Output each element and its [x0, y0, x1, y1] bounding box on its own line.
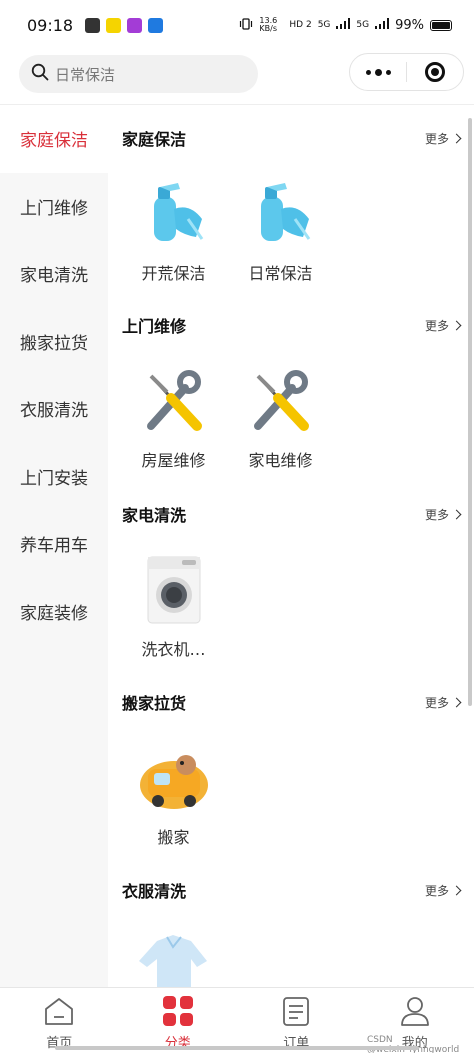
more-label: 更多: [424, 318, 449, 333]
more-label: 更多: [424, 883, 449, 898]
category-content: 家庭保洁 更多 开荒保洁 日常保洁 上门维修 更多 房屋维修 家电维修 家电清洗…: [108, 105, 474, 987]
section-more-link[interactable]: 更多: [424, 130, 462, 147]
tab-category[interactable]: 分类: [119, 988, 238, 1053]
sidebar-item-moving[interactable]: 搬家拉货: [0, 308, 108, 376]
signal-5g-2: 5G: [356, 20, 370, 30]
network-hd: HD 2: [289, 20, 312, 30]
section-more-link[interactable]: 更多: [424, 882, 462, 899]
section-home-repair: 上门维修 更多 房屋维修 家电维修: [108, 309, 474, 471]
battery-percent: 99%: [395, 17, 424, 33]
chevron-right-icon: [451, 133, 462, 143]
app-notification-icon: [148, 17, 164, 33]
app-notification-icon: [85, 17, 101, 33]
section-title: 上门维修: [122, 317, 187, 336]
vibrate-icon: [239, 17, 253, 33]
status-bar: 09:18 13.6 KB/s HD 2 5G 5G 99%: [0, 0, 474, 50]
header: 日常保洁: [0, 50, 474, 104]
tab-home[interactable]: 首页: [0, 988, 119, 1053]
app-notification-icon: [127, 17, 143, 33]
sidebar-item-home-cleaning[interactable]: 家庭保洁: [0, 105, 108, 173]
section-appliance-cleaning: 家电清洗 更多 洗衣机…: [108, 498, 474, 660]
status-app-icons: [85, 17, 164, 33]
chevron-right-icon: [451, 697, 462, 707]
sidebar-item-car-service[interactable]: 养车用车: [0, 510, 108, 578]
service-label: 日常保洁: [248, 264, 313, 283]
scrollbar[interactable]: [468, 118, 472, 706]
section-title: 搬家拉货: [122, 694, 187, 713]
search-icon: [31, 63, 49, 85]
signal-5g-1: 5G: [317, 20, 331, 30]
service-item[interactable]: [120, 926, 227, 987]
chevron-right-icon: [451, 320, 462, 330]
order-icon: [279, 994, 313, 1028]
app-notification-icon: [106, 17, 122, 33]
gesture-bar[interactable]: [55, 1046, 419, 1050]
more-label: 更多: [424, 695, 449, 710]
category-sidebar: 家庭保洁 上门维修 家电清洗 搬家拉货 衣服清洗 上门安装 养车用车 家庭装修: [0, 105, 108, 987]
service-item[interactable]: 洗衣机…: [120, 550, 227, 660]
service-label: 家电维修: [248, 451, 313, 470]
service-item[interactable]: 开荒保洁: [120, 174, 227, 284]
signal-bars-icon: [375, 18, 390, 32]
tools-icon: [241, 361, 321, 441]
section-laundry: 衣服清洗 更多: [108, 874, 474, 987]
category-icon: [161, 994, 195, 1028]
section-title: 衣服清洗: [122, 882, 187, 901]
section-title: 家电清洗: [122, 506, 187, 525]
sidebar-item-installation[interactable]: 上门安装: [0, 443, 108, 511]
shirt-icon: [134, 926, 214, 987]
sidebar-item-renovation[interactable]: 家庭装修: [0, 578, 108, 646]
watermark: CSDN @weixin_lynhgworld: [367, 1035, 459, 1053]
section-more-link[interactable]: 更多: [424, 317, 462, 334]
sidebar-item-home-repair[interactable]: 上门维修: [0, 173, 108, 241]
search-placeholder: 日常保洁: [55, 65, 116, 84]
section-more-link[interactable]: 更多: [424, 506, 462, 523]
washing-machine-icon: [134, 550, 214, 630]
chevron-right-icon: [451, 509, 462, 519]
service-label: 洗衣机…: [141, 640, 206, 659]
cleaning-spray-icon: [134, 174, 214, 254]
service-item[interactable]: 日常保洁: [227, 174, 334, 284]
search-bar[interactable]: 日常保洁: [19, 55, 258, 93]
tab-orders[interactable]: 订单: [237, 988, 356, 1053]
status-time: 09:18: [27, 15, 74, 35]
sidebar-item-laundry[interactable]: 衣服清洗: [0, 375, 108, 443]
service-item[interactable]: 搬家: [120, 738, 227, 848]
service-item[interactable]: 房屋维修: [120, 361, 227, 471]
chevron-right-icon: [451, 885, 462, 895]
service-label: 开荒保洁: [141, 264, 206, 283]
tools-icon: [134, 361, 214, 441]
more-label: 更多: [424, 131, 449, 146]
service-item[interactable]: 家电维修: [227, 361, 334, 471]
signal-bars-icon: [336, 18, 351, 32]
battery-icon: [430, 19, 452, 31]
home-icon: [42, 994, 76, 1028]
section-more-link[interactable]: 更多: [424, 694, 462, 711]
net-speed: 13.6 KB/s: [259, 16, 278, 33]
section-home-cleaning: 家庭保洁 更多 开荒保洁 日常保洁: [108, 122, 474, 284]
section-moving: 搬家拉货 更多 搬家: [108, 686, 474, 848]
service-label: 搬家: [157, 828, 190, 847]
miniprogram-capsule: [349, 53, 464, 91]
close-circle-icon: [425, 62, 445, 82]
cleaning-spray-icon: [241, 174, 321, 254]
more-menu-button[interactable]: [350, 68, 406, 76]
user-icon: [398, 994, 432, 1028]
moving-truck-icon: [134, 738, 214, 818]
section-title: 家庭保洁: [122, 130, 187, 149]
more-label: 更多: [424, 507, 449, 522]
service-label: 房屋维修: [141, 451, 206, 470]
sidebar-item-appliance-cleaning[interactable]: 家电清洗: [0, 240, 108, 308]
close-miniprogram-button[interactable]: [407, 62, 463, 82]
